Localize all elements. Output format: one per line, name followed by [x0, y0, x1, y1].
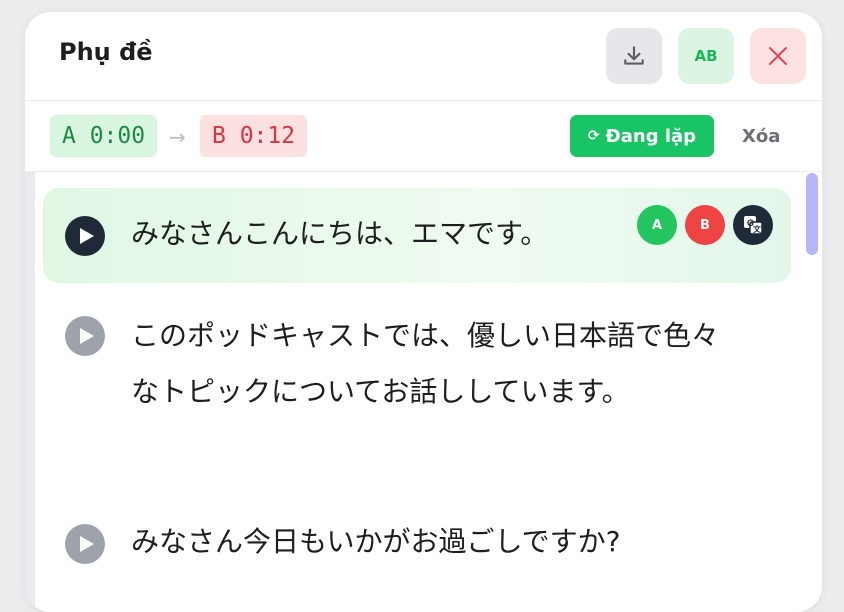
subtitle-text: みなさんこんにちは、エマです。: [131, 217, 549, 250]
set-b-button[interactable]: B: [685, 205, 725, 245]
scrollbar-thumb[interactable]: [806, 173, 818, 255]
play-button[interactable]: [65, 524, 105, 564]
point-b-marker[interactable]: B 0:12: [200, 115, 308, 157]
panel-header: Phụ đề AB: [25, 12, 822, 101]
play-icon: [79, 228, 94, 244]
subtitle-row-active[interactable]: みなさんこんにちは、エマです。 A B G 文: [43, 188, 791, 283]
translate-button[interactable]: G 文: [733, 205, 773, 245]
ab-loop-bar: A 0:00 → B 0:12 ⟳ Đang lặp Xóa: [25, 101, 822, 172]
play-icon: [79, 536, 94, 552]
loop-toggle-button[interactable]: ⟳ Đang lặp: [570, 115, 714, 157]
subtitle-text: みなさん今日もいかがお過ごしですか?: [131, 525, 621, 558]
arrow-right-icon: →: [169, 125, 186, 149]
ab-repeat-label: AB: [694, 47, 718, 65]
download-icon: [624, 46, 644, 65]
scrollbar[interactable]: [804, 172, 822, 612]
close-icon: [769, 47, 787, 65]
loop-label: Đang lặp: [605, 125, 697, 147]
clear-loop-button[interactable]: Xóa: [742, 126, 780, 147]
play-button[interactable]: [65, 216, 105, 256]
download-button[interactable]: [606, 28, 662, 84]
subtitle-row[interactable]: みなさん今日もいかがお過ごしですか?: [43, 508, 791, 578]
subtitle-panel: Phụ đề AB A 0:00 → B 0:12 ⟳ Đang lặp Xóa: [25, 12, 822, 612]
panel-title: Phụ đề: [59, 38, 153, 66]
subtitle-list: みなさんこんにちは、エマです。 A B G 文 このポッドキャストでは、優しい日…: [25, 172, 822, 612]
close-button[interactable]: [750, 28, 806, 84]
play-button[interactable]: [65, 316, 105, 356]
svg-text:文: 文: [753, 224, 762, 234]
subtitle-text: このポッドキャストでは、優しい日本語で色々なトピックについてお話ししています。: [131, 319, 720, 408]
translate-icon: G 文: [744, 216, 763, 235]
set-a-button[interactable]: A: [637, 205, 677, 245]
subtitle-row[interactable]: このポッドキャストでは、優しい日本語で色々なトピックについてお話ししています。: [43, 310, 791, 480]
ab-repeat-button[interactable]: AB: [678, 28, 734, 84]
loop-icon: ⟳: [587, 128, 600, 144]
point-a-marker[interactable]: A 0:00: [50, 115, 158, 157]
play-icon: [79, 328, 94, 344]
